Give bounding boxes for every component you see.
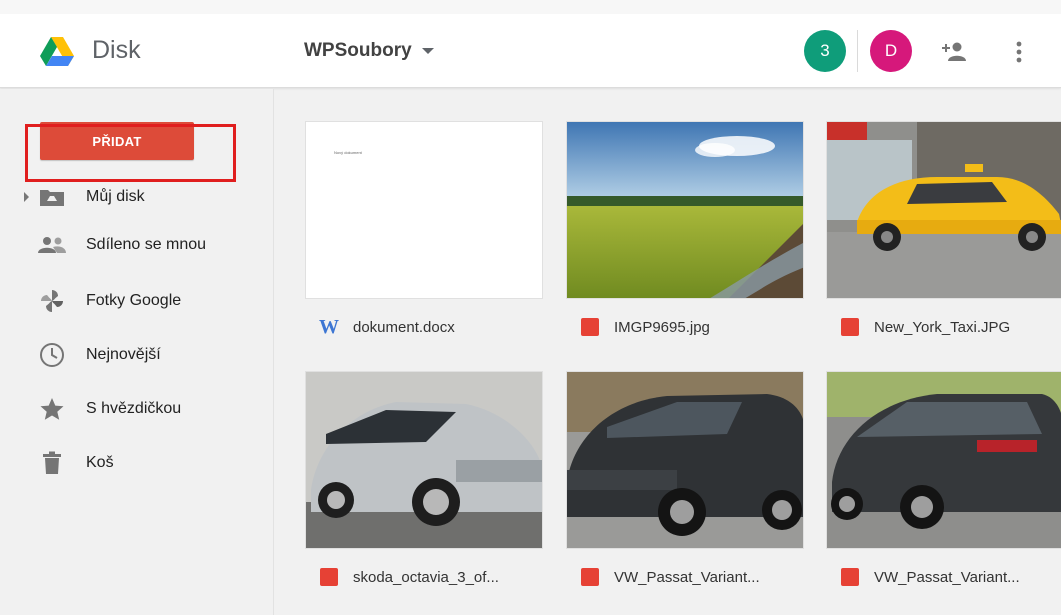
file-thumbnail[interactable]: [826, 371, 1061, 549]
file-thumbnail[interactable]: [826, 121, 1061, 299]
more-vert-icon[interactable]: [1003, 36, 1035, 68]
file-thumbnail[interactable]: [566, 371, 804, 549]
file-name-row[interactable]: skoda_octavia_3_of...: [305, 549, 543, 605]
add-person-icon[interactable]: [938, 36, 970, 68]
image-file-icon: [840, 317, 860, 337]
folder-dropdown[interactable]: WPSoubory: [304, 40, 434, 62]
sidebar-item-label: Fotky Google: [86, 292, 182, 309]
browser-strip: [0, 0, 1061, 14]
trash-icon: [38, 449, 66, 477]
landscape-photo: [567, 122, 803, 298]
folder-name: WPSoubory: [304, 40, 412, 61]
sidebar-item-starred[interactable]: S hvězdičkou: [0, 387, 274, 431]
doc-preview-text: Nový dokument: [334, 150, 362, 155]
taxi-photo: [827, 122, 1061, 298]
my-drive-icon: [38, 183, 66, 211]
passat-front-photo: [567, 372, 803, 548]
sidebar-item-label: S hvězdičkou: [86, 400, 182, 417]
divider: [857, 30, 858, 72]
image-file-icon: [319, 567, 339, 587]
skoda-car-photo: [306, 372, 542, 548]
file-thumbnail[interactable]: Nový dokument: [305, 121, 543, 299]
file-name: skoda_octavia_3_of...: [353, 568, 499, 586]
file-name: dokument.docx: [353, 318, 455, 336]
image-file-icon: [840, 567, 860, 587]
file-name: VW_Passat_Variant...: [874, 568, 1020, 586]
passat-rear-photo: [827, 372, 1061, 548]
chevron-down-icon: [421, 48, 434, 54]
drive-logo-icon[interactable]: [40, 37, 74, 67]
app-title[interactable]: Disk: [92, 36, 141, 65]
sidebar-item-label: Koš: [86, 454, 114, 471]
sidebar-item-label: Sdíleno se mnou: [86, 236, 207, 253]
user-avatar[interactable]: D: [870, 30, 912, 72]
file-thumbnail[interactable]: [566, 121, 804, 299]
file-name-row[interactable]: W dokument.docx: [305, 299, 543, 355]
sidebar-item-label: Můj disk: [86, 188, 145, 205]
clock-icon: [38, 341, 66, 369]
file-name-row[interactable]: IMGP9695.jpg: [566, 299, 804, 355]
file-name-row[interactable]: VW_Passat_Variant...: [826, 549, 1061, 605]
shared-people-icon: [38, 231, 66, 259]
image-file-icon: [580, 317, 600, 337]
expand-arrow-icon[interactable]: [24, 192, 29, 202]
sidebar-item-google-photos[interactable]: Fotky Google: [0, 279, 274, 323]
sidebar-item-trash[interactable]: Koš: [0, 441, 274, 485]
word-doc-icon: W: [319, 316, 339, 338]
google-photos-icon: [38, 287, 66, 315]
file-name: New_York_Taxi.JPG: [874, 318, 1011, 336]
collaborator-count-badge[interactable]: 3: [804, 30, 846, 72]
highlight-annotation: [25, 124, 236, 182]
file-name-row[interactable]: VW_Passat_Variant...: [566, 549, 804, 605]
top-bar: Disk WPSoubory 3 D: [0, 0, 1061, 88]
sidebar-item-label: Nejnovější: [86, 346, 161, 363]
file-thumbnail[interactable]: [305, 371, 543, 549]
sidebar-item-shared-with-me[interactable]: Sdíleno se mnou: [0, 223, 274, 267]
star-icon: [38, 395, 66, 423]
file-name-row[interactable]: New_York_Taxi.JPG: [826, 299, 1061, 355]
image-file-icon: [580, 567, 600, 587]
file-name: IMGP9695.jpg: [614, 318, 710, 336]
sidebar-item-recent[interactable]: Nejnovější: [0, 333, 274, 377]
file-name: VW_Passat_Variant...: [614, 568, 760, 586]
